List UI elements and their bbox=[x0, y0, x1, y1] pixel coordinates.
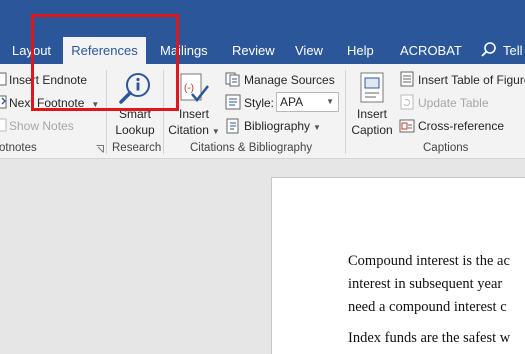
insert-endnote-icon bbox=[0, 72, 7, 86]
style-icon bbox=[225, 94, 241, 110]
update-table-icon bbox=[400, 94, 414, 110]
document-text-line: interest in subsequent year bbox=[348, 276, 503, 292]
tab-help[interactable]: Help bbox=[347, 37, 374, 64]
manage-sources-icon bbox=[225, 72, 240, 87]
tab-view[interactable]: View bbox=[295, 37, 323, 64]
cross-reference-icon bbox=[399, 119, 415, 133]
bibliography-icon bbox=[226, 118, 239, 134]
insert-citation-icon: (-) bbox=[180, 73, 209, 102]
svg-text:(-): (-) bbox=[184, 83, 194, 94]
tell-me-box[interactable]: Tell bbox=[503, 37, 523, 64]
citations-group-label: Citations & Bibliography bbox=[190, 142, 313, 154]
document-text-line: need a compound interest c bbox=[348, 299, 507, 315]
style-label: Style: bbox=[244, 96, 275, 110]
cross-reference-button[interactable]: Cross-reference bbox=[418, 118, 504, 134]
tab-acrobat[interactable]: ACROBAT bbox=[400, 37, 462, 64]
insert-table-of-figures-button[interactable]: Insert Table of Figure bbox=[418, 72, 525, 88]
insert-citation-button[interactable]: Insert Citation ▼ bbox=[166, 106, 222, 140]
tab-review[interactable]: Review bbox=[232, 37, 275, 64]
document-text-line: Index funds are the safest w bbox=[348, 330, 511, 346]
document-text-line: Compound interest is the ac bbox=[348, 253, 510, 269]
group-divider bbox=[345, 70, 346, 154]
insert-caption-label-2: Caption bbox=[351, 123, 393, 137]
smart-lookup-label-2: Lookup bbox=[115, 123, 155, 137]
document-canvas[interactable]: Compound interest is the ac interest in … bbox=[0, 160, 525, 354]
bibliography-label: Bibliography bbox=[244, 119, 311, 133]
table-of-figures-icon bbox=[400, 71, 414, 87]
insert-caption-label-1: Insert bbox=[356, 107, 387, 121]
manage-sources-button[interactable]: Manage Sources bbox=[244, 72, 335, 88]
next-footnote-icon bbox=[0, 95, 7, 109]
insert-caption-button[interactable]: Insert Caption bbox=[349, 106, 395, 138]
show-notes-icon bbox=[0, 118, 7, 132]
chevron-down-icon: ▼ bbox=[313, 123, 321, 132]
highlight-box bbox=[31, 14, 179, 111]
footnotes-group-label: otnotes bbox=[0, 142, 37, 154]
insert-caption-icon bbox=[360, 72, 384, 103]
search-icon[interactable] bbox=[480, 41, 498, 59]
update-table-button[interactable]: Update Table bbox=[418, 95, 489, 111]
show-notes-button[interactable]: Show Notes bbox=[9, 118, 74, 134]
research-group-label: Research bbox=[112, 142, 162, 154]
bibliography-button[interactable]: Bibliography ▼ bbox=[244, 118, 321, 136]
chevron-down-icon: ▼ bbox=[326, 97, 334, 106]
captions-group-label: Captions bbox=[423, 142, 469, 154]
citation-style-value: APA bbox=[280, 95, 304, 109]
citation-style-select[interactable]: APA ▼ bbox=[276, 92, 339, 112]
insert-citation-label-2: Citation bbox=[168, 123, 209, 137]
chevron-down-icon: ▼ bbox=[211, 127, 220, 136]
dialog-launcher-icon[interactable] bbox=[96, 145, 104, 153]
document-page[interactable]: Compound interest is the ac interest in … bbox=[271, 177, 525, 354]
